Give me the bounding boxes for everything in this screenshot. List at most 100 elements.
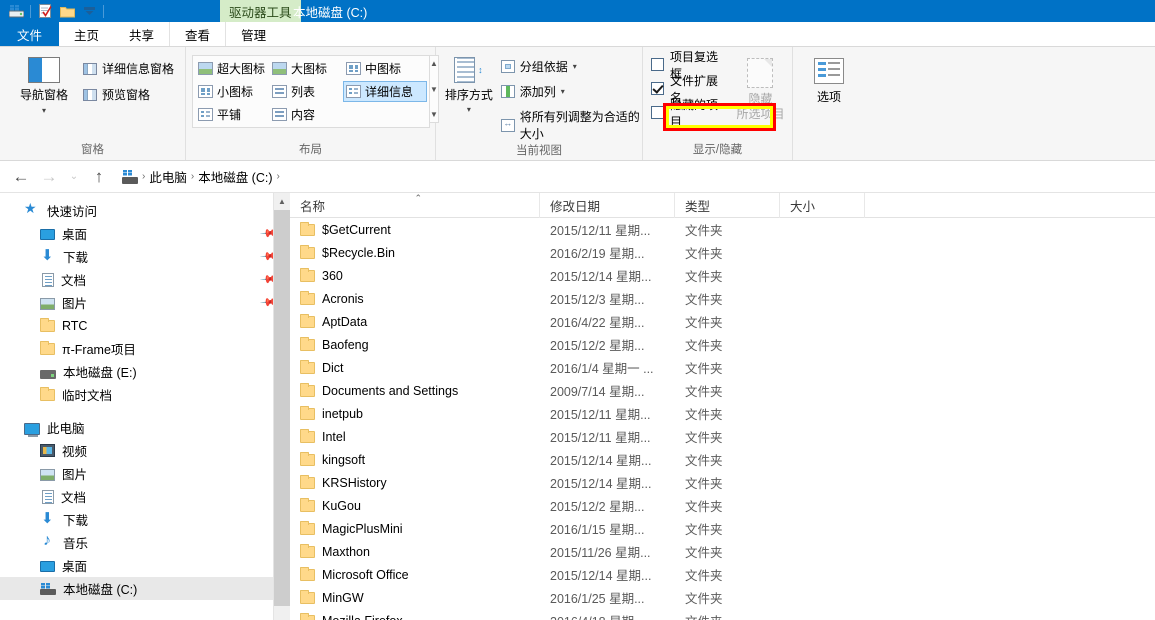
tab-view[interactable]: 查看: [169, 22, 226, 46]
sidebar-item-pictures-pc[interactable]: 图片: [0, 462, 290, 485]
view-medium-icons[interactable]: 中图标: [343, 58, 427, 79]
toolbar-divider: [30, 4, 31, 18]
sidebar-scroll-thumb[interactable]: [274, 210, 290, 606]
drive-properties-icon[interactable]: [5, 1, 27, 21]
customize-dropdown-icon[interactable]: [78, 1, 100, 21]
main-area: 快速访问 桌面 📌 下载 📌 文档 📌 图片 📌: [0, 193, 1155, 620]
sidebar-item-local-disk-e[interactable]: 本地磁盘 (E:): [0, 360, 290, 383]
sidebar-scroll-up-icon[interactable]: ▲: [274, 193, 290, 210]
table-row[interactable]: Intel 2015/12/11 星期... 文件夹: [290, 425, 1155, 448]
table-row[interactable]: kingsoft 2015/12/14 星期... 文件夹: [290, 448, 1155, 471]
sidebar-item-downloads[interactable]: 下载 📌: [0, 245, 290, 268]
properties-icon[interactable]: [34, 1, 56, 21]
sort-by-button[interactable]: ↕ 排序方式 ▾: [442, 54, 496, 114]
sidebar-scrollbar[interactable]: ▲: [273, 193, 290, 620]
view-list[interactable]: 列表: [269, 81, 343, 102]
breadcrumb-local-disk-c[interactable]: 本地磁盘 (C:): [198, 167, 272, 186]
breadcrumb[interactable]: › 此电脑 › 本地磁盘 (C:) ›: [117, 165, 1155, 189]
add-columns-button[interactable]: 添加列 ▾: [500, 83, 642, 100]
sort-by-caret-icon[interactable]: ▾: [467, 105, 471, 114]
table-row[interactable]: Acronis 2015/12/3 星期... 文件夹: [290, 287, 1155, 310]
item-check-boxes-checkbox[interactable]: [651, 58, 664, 71]
hidden-items-checkbox[interactable]: [651, 106, 664, 119]
sidebar-item-documents[interactable]: 文档 📌: [0, 268, 290, 291]
up-button[interactable]: ↑: [86, 164, 112, 190]
file-name-extensions-option[interactable]: 文件扩展名: [651, 74, 729, 105]
sidebar-item-pi-frame[interactable]: π-Frame项目: [0, 337, 290, 360]
sidebar-item-local-disk-c[interactable]: 本地磁盘 (C:): [0, 577, 290, 600]
details-pane-button[interactable]: 详细信息窗格: [83, 60, 174, 77]
file-name: 360: [322, 268, 343, 283]
sidebar-item-music[interactable]: 音乐: [0, 531, 290, 554]
group-by-caret-icon[interactable]: ▾: [573, 62, 577, 71]
table-row[interactable]: MinGW 2016/1/25 星期... 文件夹: [290, 586, 1155, 609]
tab-share[interactable]: 共享: [114, 22, 169, 46]
add-columns-caret-icon[interactable]: ▾: [561, 87, 565, 96]
table-row[interactable]: 360 2015/12/14 星期... 文件夹: [290, 264, 1155, 287]
item-check-boxes-option[interactable]: 项目复选框: [651, 50, 729, 81]
new-folder-icon[interactable]: [56, 1, 78, 21]
sidebar-label: 文档: [61, 491, 87, 505]
navigation-pane-caret-icon[interactable]: ▾: [42, 106, 46, 115]
table-row[interactable]: Mozilla Firefox 2016/4/18 星期...文件夹: [290, 609, 1155, 620]
view-label: 详细信息: [365, 85, 414, 99]
table-row[interactable]: Baofeng 2015/12/2 星期... 文件夹: [290, 333, 1155, 356]
column-header-name[interactable]: ⌃ 名称: [290, 193, 540, 218]
table-row[interactable]: Dict 2016/1/4 星期一 ... 文件夹: [290, 356, 1155, 379]
sidebar-item-desktop[interactable]: 桌面 📌: [0, 222, 290, 245]
table-row[interactable]: Maxthon 2015/11/26 星期... 文件夹: [290, 540, 1155, 563]
view-small-icons[interactable]: 小图标: [195, 81, 269, 102]
view-tiles[interactable]: 平铺: [195, 104, 269, 125]
sidebar-item-rtc[interactable]: RTC: [0, 314, 290, 337]
folder-icon: [40, 386, 55, 401]
preview-pane-button[interactable]: 预览窗格: [83, 86, 174, 103]
cell-date-modified: 2016/4/18 星期...: [540, 609, 675, 620]
sidebar-item-pictures[interactable]: 图片 📌: [0, 291, 290, 314]
contextual-tab-drive-tools[interactable]: 驱动器工具: [220, 0, 301, 22]
hide-selected-items-button[interactable]: 隐藏 所选项目: [729, 56, 792, 122]
file-name-extensions-checkbox[interactable]: [651, 82, 664, 95]
ribbon-group-current-view: ↕ 排序方式 ▾ 分组依据 ▾ 添加列 ▾ ↔ 将所有列调整为合适的大小 当前视…: [436, 47, 643, 160]
table-row[interactable]: Documents and Settings 2009/7/14 星期... 文件夹: [290, 379, 1155, 402]
tab-home[interactable]: 主页: [59, 22, 114, 46]
table-row[interactable]: $Recycle.Bin 2016/2/19 星期... 文件夹: [290, 241, 1155, 264]
view-extra-large-icons[interactable]: 超大图标: [195, 58, 269, 79]
view-details[interactable]: 详细信息: [343, 81, 427, 102]
table-row[interactable]: inetpub 2015/12/11 星期... 文件夹: [290, 402, 1155, 425]
sidebar-item-documents-pc[interactable]: 文档: [0, 485, 290, 508]
options-button[interactable]: 选项: [814, 58, 844, 105]
size-all-columns-button[interactable]: 将所有列调整为合适的大小: [500, 108, 642, 142]
sidebar-item-temp-docs[interactable]: 临时文档: [0, 383, 290, 406]
cell-type: 文件夹: [685, 316, 723, 330]
back-button[interactable]: ←: [8, 164, 34, 190]
table-row[interactable]: Microsoft Office 2015/12/14 星期... 文件夹: [290, 563, 1155, 586]
sidebar-item-videos[interactable]: 视频: [0, 439, 290, 462]
breadcrumb-separator-2[interactable]: ›: [191, 171, 194, 182]
group-by-button[interactable]: 分组依据 ▾: [500, 58, 642, 75]
tab-manage[interactable]: 管理: [225, 22, 281, 46]
sidebar-item-quick-access[interactable]: 快速访问: [0, 199, 290, 222]
forward-button[interactable]: →: [36, 164, 62, 190]
hidden-items-option[interactable]: 隐藏的项目: [651, 98, 729, 129]
column-header-type[interactable]: 类型: [675, 193, 780, 218]
cell-size: [780, 425, 865, 448]
sidebar-item-this-pc[interactable]: 此电脑: [0, 416, 290, 439]
breadcrumb-separator-3[interactable]: ›: [277, 171, 280, 182]
view-large-icons[interactable]: 大图标: [269, 58, 343, 79]
table-row[interactable]: $GetCurrent 2015/12/11 星期... 文件夹: [290, 218, 1155, 241]
group-title-panes: 窗格: [81, 144, 104, 156]
table-row[interactable]: MagicPlusMini 2016/1/15 星期... 文件夹: [290, 517, 1155, 540]
column-header-date-modified[interactable]: 修改日期: [540, 193, 675, 218]
breadcrumb-separator[interactable]: ›: [142, 171, 145, 182]
view-content[interactable]: 内容: [269, 104, 343, 125]
table-row[interactable]: AptData 2016/4/22 星期... 文件夹: [290, 310, 1155, 333]
sidebar-item-downloads-pc[interactable]: 下载: [0, 508, 290, 531]
navigation-pane-button[interactable]: 导航窗格 ▾: [8, 54, 80, 115]
recent-locations-button[interactable]: ⌄: [64, 164, 84, 190]
table-row[interactable]: KuGou 2015/12/2 星期... 文件夹: [290, 494, 1155, 517]
table-row[interactable]: KRSHistory 2015/12/14 星期... 文件夹: [290, 471, 1155, 494]
breadcrumb-this-pc[interactable]: 此电脑: [149, 167, 187, 186]
tab-file[interactable]: 文件: [0, 22, 60, 46]
column-header-size[interactable]: 大小: [780, 193, 865, 218]
sidebar-item-desktop-pc[interactable]: 桌面: [0, 554, 290, 577]
